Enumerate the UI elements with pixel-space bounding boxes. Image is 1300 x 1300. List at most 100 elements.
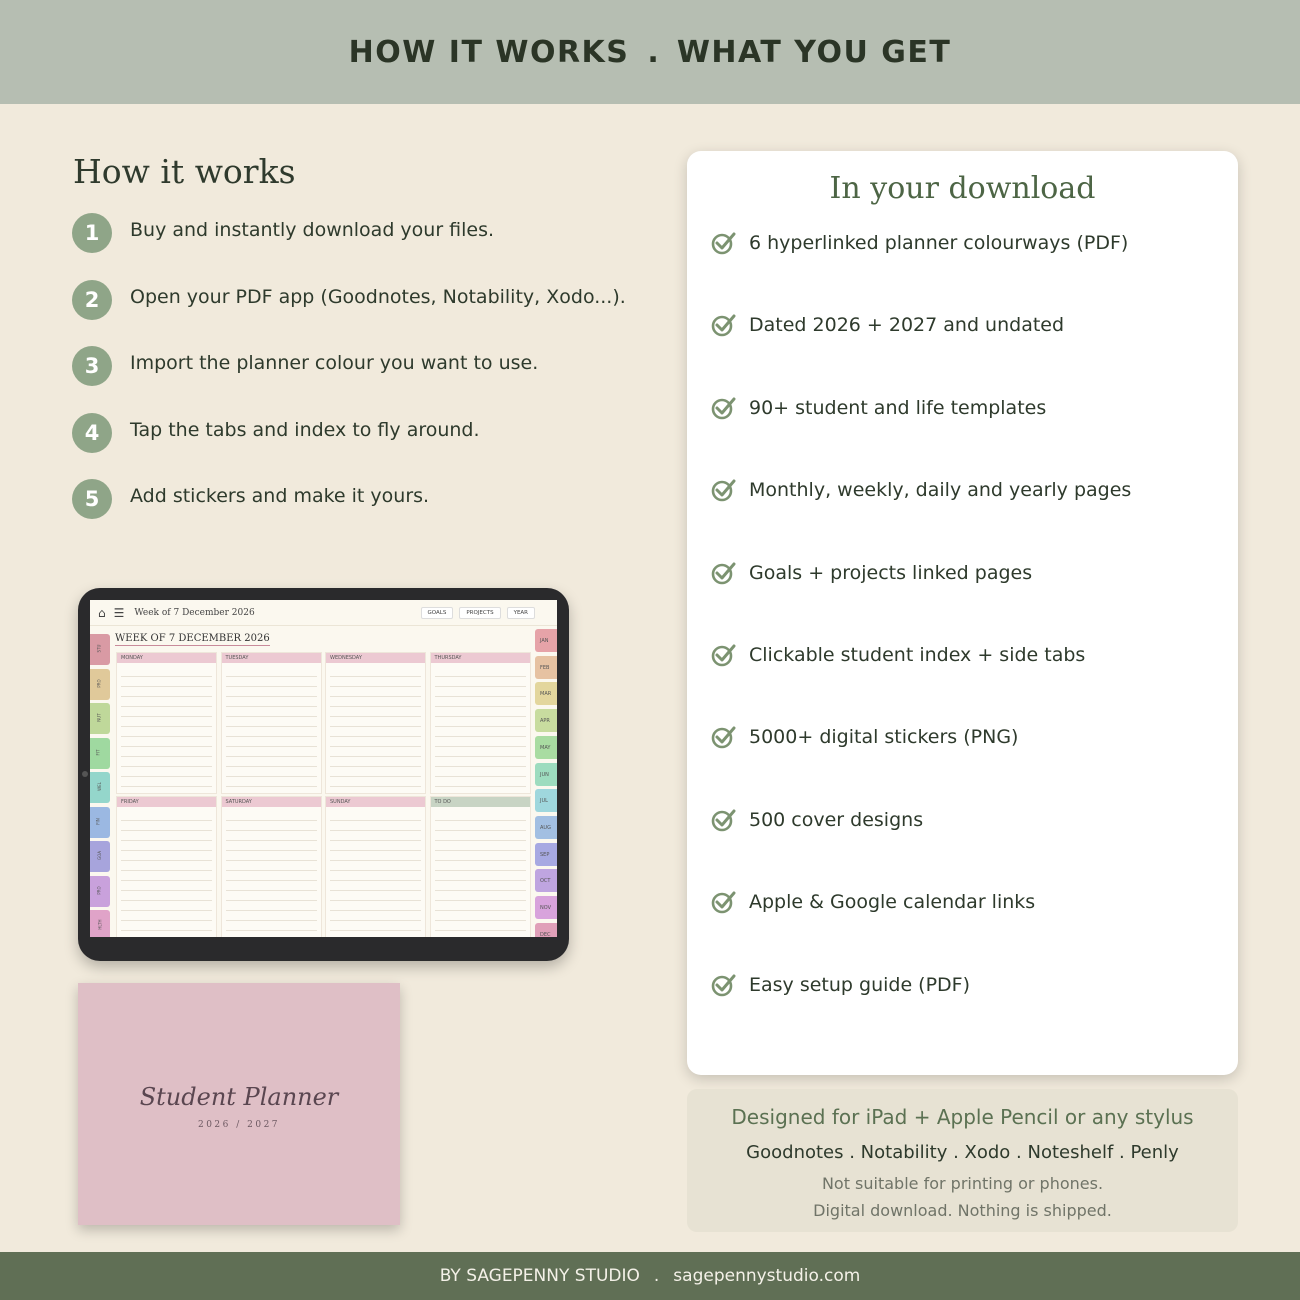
day-column[interactable]: SATURDAY — [220, 796, 322, 937]
ruled-lines — [330, 811, 421, 933]
header-separator: . — [647, 34, 659, 70]
side-tab-label: FIN — [95, 817, 101, 825]
day-column[interactable]: THURSDAY — [429, 652, 531, 794]
month-tab-label: DEC — [540, 931, 551, 937]
day-header: FRIDAY — [117, 797, 216, 807]
day-column[interactable]: WEDNESDAY — [325, 652, 426, 794]
side-tab[interactable]: FIT — [90, 737, 110, 769]
check-icon — [711, 644, 736, 667]
download-item-text: 6 hyperlinked planner colourways (PDF) — [749, 232, 1129, 254]
how-it-works-title: How it works — [73, 152, 296, 191]
day-column[interactable]: TUESDAY — [220, 652, 322, 794]
cover-years: 2026 / 2027 — [197, 1120, 281, 1130]
month-tab[interactable]: JAN — [535, 629, 557, 652]
step-text: Import the planner colour you want to us… — [130, 352, 539, 375]
download-item: Apple & Google calendar links — [711, 887, 1035, 917]
day-column[interactable]: MONDAY — [116, 652, 217, 794]
day-header: SATURDAY — [221, 797, 321, 807]
side-tab[interactable]: GOA — [90, 841, 110, 872]
step-text: Buy and instantly download your files. — [130, 219, 495, 241]
download-item: Dated 2026 + 2027 and undated — [711, 310, 1064, 340]
month-tab-label: APR — [540, 718, 550, 725]
compat-devices: Designed for iPad + Apple Pencil or any … — [731, 1105, 1194, 1129]
check-icon — [711, 232, 736, 255]
download-item-text: Dated 2026 + 2027 and undated — [749, 314, 1065, 337]
header-how-it-works: HOW IT WORKS — [348, 34, 630, 70]
side-tab-label: HLTH — [97, 919, 103, 930]
download-title: In your download — [829, 171, 1096, 206]
nav-projects-button[interactable]: PROJECTS — [459, 607, 501, 619]
download-item: Clickable student index + side tabs — [711, 640, 1085, 670]
step-number-badge: 4 — [72, 412, 112, 453]
ruled-lines — [225, 811, 317, 933]
download-item: 500 cover designs — [711, 805, 923, 835]
step-number-badge: 3 — [72, 346, 112, 387]
top-banner: HOW IT WORKS . WHAT YOU GET — [0, 0, 1300, 104]
side-tab[interactable]: STU — [90, 634, 110, 665]
footer-banner: BY SAGEPENNY STUDIO . sagepennystudio.co… — [0, 1252, 1300, 1300]
header-what-you-get: WHAT YOU GET — [676, 34, 952, 70]
planner-nav: GOALS PROJECTS YEAR — [420, 607, 535, 619]
download-item: Easy setup guide (PDF) — [711, 970, 970, 1000]
month-tab[interactable]: APR — [535, 709, 557, 733]
month-tab[interactable]: DEC — [535, 922, 557, 937]
compat-note-printing: Not suitable for printing or phones. — [821, 1174, 1104, 1193]
side-tab[interactable]: HLTH — [90, 910, 110, 937]
step-number-badge: 2 — [72, 279, 112, 320]
list-icon[interactable]: ☰ — [114, 606, 125, 620]
month-tab[interactable]: MAR — [535, 682, 557, 706]
month-tab[interactable]: JUN — [535, 762, 557, 786]
check-icon — [711, 562, 736, 584]
day-column[interactable]: SUNDAY — [325, 796, 426, 937]
step-text: Open your PDF app (Goodnotes, Notability… — [130, 285, 626, 308]
planner-cover: Student Planner 2026 / 2027 — [78, 983, 400, 1225]
month-tab[interactable]: AUG — [535, 815, 557, 839]
side-tab[interactable]: NUT — [90, 703, 110, 734]
compatibility-box: Designed for iPad + Apple Pencil or any … — [687, 1089, 1238, 1232]
download-item-text: Easy setup guide (PDF) — [749, 973, 971, 996]
month-tab[interactable]: SEP — [535, 842, 557, 866]
ruled-lines — [330, 667, 421, 789]
ruled-lines — [121, 811, 212, 933]
month-tab[interactable]: JUL — [535, 789, 557, 813]
check-icon — [711, 314, 736, 337]
month-tab-label: OCT — [540, 878, 551, 885]
side-tab[interactable]: PRO — [90, 668, 110, 700]
day-header: SUNDAY — [326, 797, 425, 807]
side-tab[interactable]: PRO — [90, 875, 110, 907]
day-header: MONDAY — [117, 653, 216, 663]
month-tab[interactable]: MAY — [535, 735, 557, 759]
month-tab-label: MAY — [540, 744, 551, 751]
step-item: 4 Tap the tabs and index to fly around. — [72, 412, 632, 453]
month-tab-label: JAN — [540, 638, 549, 644]
side-tab[interactable]: WEL — [90, 772, 110, 803]
day-column[interactable]: TO DO — [429, 796, 531, 937]
footer-url[interactable]: sagepennystudio.com — [673, 1266, 860, 1286]
side-tab-label: STU — [96, 644, 102, 653]
week-label: Week of 7 December 2026 — [134, 607, 255, 618]
side-tab-label: FIT — [95, 749, 101, 755]
download-item: Monthly, weekly, daily and yearly pages — [711, 475, 1131, 505]
tablet-mockup: ⌂ ☰ Week of 7 December 2026 GOALS PROJEC… — [78, 588, 569, 961]
day-header: WEDNESDAY — [326, 653, 425, 663]
nav-goals-button[interactable]: GOALS — [420, 607, 454, 619]
month-tab[interactable]: NOV — [535, 896, 557, 919]
month-tab[interactable]: OCT — [535, 869, 557, 893]
nav-year-button[interactable]: YEAR — [506, 607, 535, 619]
cover-title: Student Planner — [139, 1083, 339, 1111]
month-tab[interactable]: FEB — [535, 655, 557, 679]
step-item: 3 Import the planner colour you want to u… — [72, 346, 632, 387]
download-item-text: 5000+ digital stickers (PNG) — [749, 726, 1019, 749]
side-tab[interactable]: FIN — [90, 806, 110, 838]
home-icon[interactable]: ⌂ — [98, 606, 106, 620]
step-number-badge: 1 — [72, 213, 112, 253]
download-item: 5000+ digital stickers (PNG) — [711, 722, 1018, 752]
month-tab-label: FEB — [540, 664, 550, 671]
ruled-lines — [121, 667, 212, 789]
side-tab-label: NUT — [96, 713, 102, 722]
month-tab-label: JUL — [540, 798, 548, 805]
download-item-text: 500 cover designs — [749, 808, 924, 831]
month-tab-label: SEP — [540, 851, 550, 858]
day-column[interactable]: FRIDAY — [116, 796, 217, 937]
compat-apps: Goodnotes . Notability . Xodo . Noteshel… — [746, 1142, 1179, 1163]
